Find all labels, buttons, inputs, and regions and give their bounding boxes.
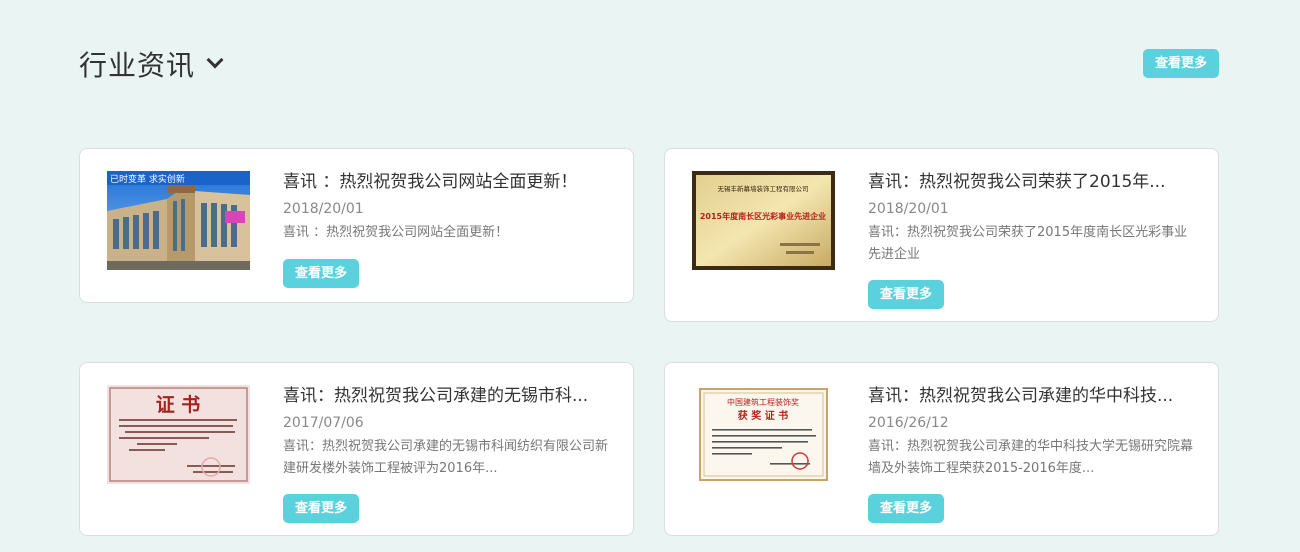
certificate-heading: 证 书 [156, 394, 201, 416]
news-summary: 喜讯：热烈祝贺我公司荣获了2015年度南长区光彩事业先进企业 [868, 225, 1188, 262]
news-date: 2017/07/06 [283, 415, 364, 431]
section-header: 行业资讯 [79, 44, 224, 84]
news-title[interactable]: 喜讯：热烈祝贺我公司承建的华中科技... [868, 381, 1188, 406]
certificate-heading: 获 奖 证 书 [737, 409, 788, 422]
news-card-3[interactable]: 证 书 喜讯：热烈祝贺我公司承建的无锡市科... 2017/07/06 喜讯：热… [79, 362, 634, 536]
certificate-photo: 证 书 [107, 385, 250, 484]
news-thumbnail-building[interactable]: 已时变革 求实创新 [107, 171, 250, 270]
award-plaque-photo: 无锡丰新幕墙装饰工程有限公司 2015年度南长区光彩事业先进企业 [692, 171, 835, 270]
news-date: 2018/20/01 [283, 201, 364, 217]
award-title: 2015年度南长区光彩事业先进企业 [700, 211, 826, 221]
news-title[interactable]: 喜讯：热烈祝贺我公司承建的无锡市科... [283, 381, 603, 406]
news-thumbnail-award[interactable]: 无锡丰新幕墙装饰工程有限公司 2015年度南长区光彩事业先进企业 [692, 171, 835, 270]
building-photo: 已时变革 求实创新 [107, 171, 250, 270]
news-card-4[interactable]: 中国建筑工程装饰奖 获 奖 证 书 喜讯：热烈祝贺我公司承建的华中科技... 2… [664, 362, 1219, 536]
news-card-2[interactable]: 无锡丰新幕墙装饰工程有限公司 2015年度南长区光彩事业先进企业 喜讯：热烈祝贺… [664, 148, 1219, 322]
view-more-button[interactable]: 查看更多 [283, 494, 359, 523]
award-company: 无锡丰新幕墙装饰工程有限公司 [718, 184, 809, 193]
certificate-org: 中国建筑工程装饰奖 [727, 397, 799, 407]
view-more-button[interactable]: 查看更多 [868, 494, 944, 523]
news-summary: 喜讯：热烈祝贺我公司承建的华中科技大学无锡研究院幕墙及外装饰工程荣获2015-2… [868, 439, 1194, 476]
view-more-button[interactable]: 查看更多 [1143, 49, 1219, 78]
news-date: 2016/26/12 [868, 415, 949, 431]
news-thumbnail-certificate[interactable]: 证 书 [107, 385, 250, 484]
banner-slogan: 已时变革 求实创新 [110, 173, 185, 185]
award-certificate-photo: 中国建筑工程装饰奖 获 奖 证 书 [692, 385, 835, 484]
news-title[interactable]: 喜讯 ：热烈祝贺我公司网站全面更新！ [283, 167, 603, 192]
chevron-down-icon[interactable] [206, 51, 224, 69]
news-title[interactable]: 喜讯：热烈祝贺我公司荣获了2015年... [868, 167, 1188, 192]
view-more-button[interactable]: 查看更多 [283, 259, 359, 288]
view-more-button[interactable]: 查看更多 [868, 280, 944, 309]
news-summary: 喜讯：热烈祝贺我公司承建的无锡市科闻纺织有限公司新建研发楼外装饰工程被评为201… [283, 439, 609, 476]
section-title: 行业资讯 [79, 49, 196, 82]
news-thumbnail-certificate[interactable]: 中国建筑工程装饰奖 获 奖 证 书 [692, 385, 835, 484]
news-date: 2018/20/01 [868, 201, 949, 217]
news-summary: 喜讯 ：热烈祝贺我公司网站全面更新！ [283, 225, 509, 240]
news-card-1[interactable]: 已时变革 求实创新 喜讯 ：热烈祝贺我公司网站全面更新！ 2018/20/01 … [79, 148, 634, 303]
